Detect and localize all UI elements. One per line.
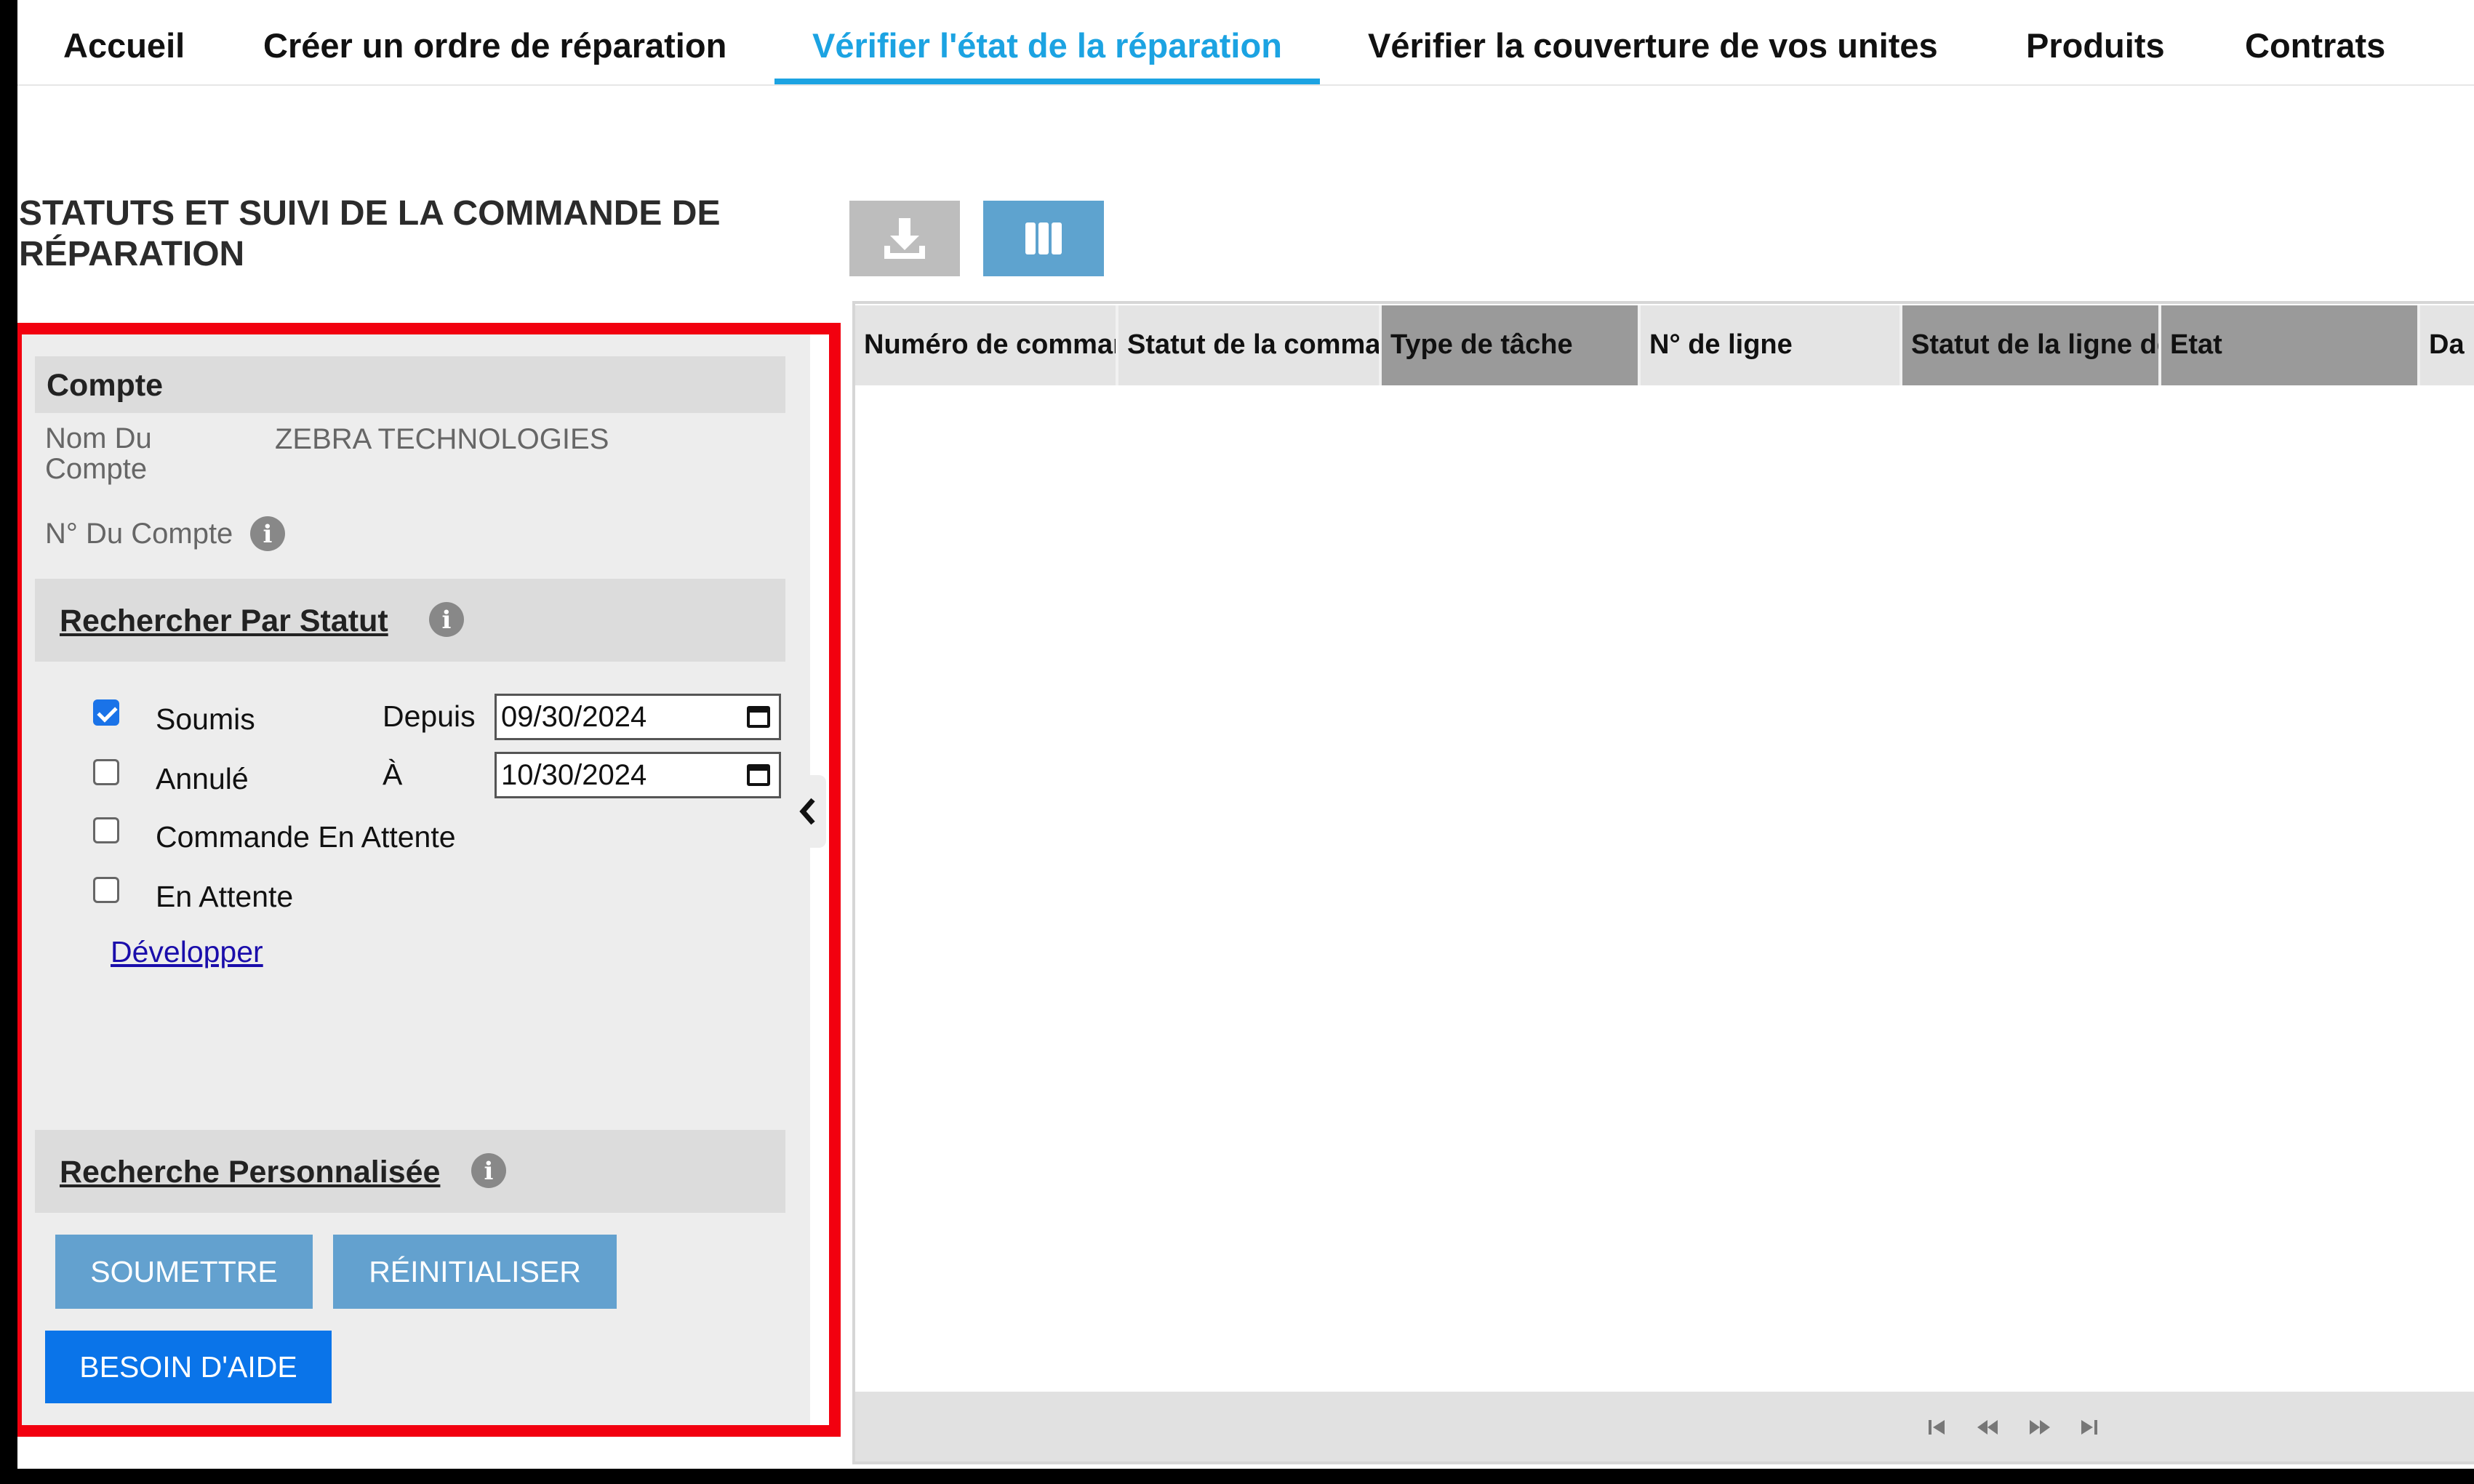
column-header-order-status[interactable]: Statut de la commande xyxy=(1118,305,1382,385)
tab-verifier-couverture[interactable]: Vérifier la couverture de vos unites xyxy=(1368,0,1938,84)
highlight-frame xyxy=(17,323,841,1437)
orders-grid: Numéro de commande Statut de la commande… xyxy=(852,301,2474,1464)
columns-icon xyxy=(1025,222,1062,254)
tab-label: Créer un ordre de réparation xyxy=(263,26,727,65)
column-header-date[interactable]: Da xyxy=(2420,305,2474,385)
column-header-line-number[interactable]: N° de ligne xyxy=(1641,305,1902,385)
tab-creer-ordre[interactable]: Créer un ordre de réparation xyxy=(263,0,726,84)
tab-label: Vérifier l'état de la réparation xyxy=(812,26,1282,65)
active-tab-underline xyxy=(774,79,1320,84)
tab-label: Accueil xyxy=(63,26,185,65)
first-page-icon[interactable] xyxy=(1926,1416,1947,1438)
column-header-state[interactable]: Etat xyxy=(2161,305,2420,385)
collapse-panel-handle[interactable] xyxy=(793,775,826,848)
tab-contrats[interactable]: Contrats xyxy=(2245,0,2385,84)
app-page: Accueil Créer un ordre de réparation Vér… xyxy=(17,0,2474,1469)
next-page-icon[interactable] xyxy=(2027,1416,2052,1438)
columns-button[interactable] xyxy=(983,201,1104,276)
tab-produits[interactable]: Produits xyxy=(2026,0,2165,84)
page-title: STATUTS ET SUIVI DE LA COMMANDE DE RÉPAR… xyxy=(19,194,721,273)
chevron-left-icon xyxy=(799,798,815,825)
tab-label: Produits xyxy=(2026,26,2165,65)
tab-accueil[interactable]: Accueil xyxy=(63,0,185,84)
top-nav: Accueil Créer un ordre de réparation Vér… xyxy=(17,0,2474,86)
previous-page-icon[interactable] xyxy=(1975,1416,2000,1438)
download-button[interactable] xyxy=(849,201,960,276)
tab-verifier-etat[interactable]: Vérifier l'état de la réparation xyxy=(774,0,1320,84)
grid-pager xyxy=(855,1392,2474,1461)
last-page-icon[interactable] xyxy=(2078,1416,2100,1438)
tab-label: Vérifier la couverture de vos unites xyxy=(1368,26,1938,65)
column-header-line-status[interactable]: Statut de la ligne de xyxy=(1902,305,2161,385)
column-header-order-number[interactable]: Numéro de commande xyxy=(855,305,1118,385)
tab-label: Contrats xyxy=(2245,26,2386,65)
download-icon xyxy=(884,218,925,259)
column-header-task-type[interactable]: Type de tâche xyxy=(1382,305,1641,385)
